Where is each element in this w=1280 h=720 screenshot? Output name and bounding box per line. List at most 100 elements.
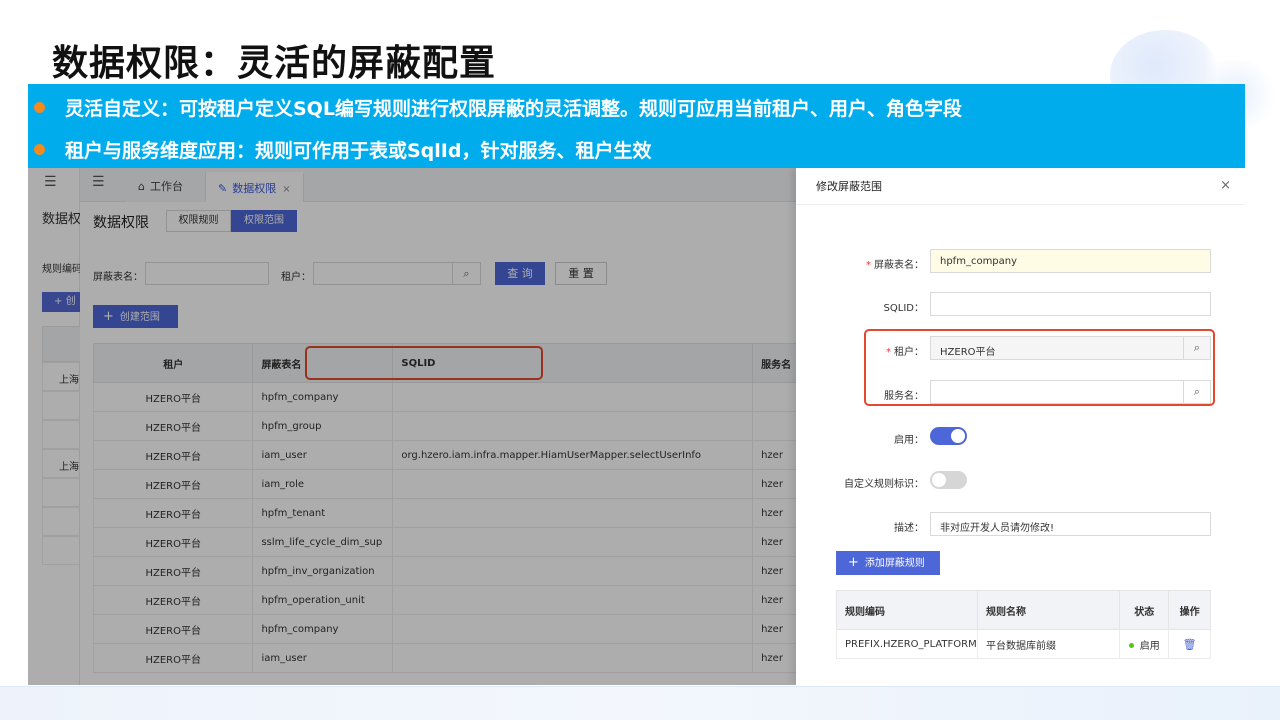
column-header[interactable]: 状态	[1119, 590, 1170, 630]
menu-fold-icon[interactable]: ☰	[44, 174, 57, 190]
plus-icon: +	[54, 296, 66, 307]
left-table-cell: 上海	[42, 362, 82, 391]
table-cell: hzer	[752, 498, 803, 528]
table-name-input[interactable]: hpfm_company	[930, 249, 1211, 273]
banner-bullet-text: 灵活自定义：可按租户定义SQL编写规则进行权限屏蔽的灵活调整。规则可应用当前租户…	[65, 98, 962, 120]
banner-bullet: 租户与服务维度应用：规则可作用于表或SqlId，针对服务、租户生效	[28, 136, 651, 163]
table-row[interactable]: HZERO平台 hpfm_operation_unit hzer	[92, 585, 803, 615]
table-cell	[392, 411, 754, 441]
column-header[interactable]: 服务名	[752, 343, 803, 383]
table-cell: hzer	[752, 440, 803, 470]
table-cell: hpfm_tenant	[252, 498, 394, 528]
left-panel: ☰ 数据权限 规则编码 + 创 上海 上海	[28, 168, 94, 685]
rule-action-cell: 🗑	[1168, 629, 1211, 659]
table-name-label: 屏蔽表名：	[874, 260, 924, 271]
slide-title: 数据权限：灵活的屏蔽配置	[52, 43, 497, 84]
table-row[interactable]: HZERO平台 hpfm_group	[92, 411, 803, 441]
table-row[interactable]: HZERO平台 hpfm_company hzer	[92, 614, 803, 644]
tab-workbench[interactable]: ⌂ 工作台	[126, 172, 206, 202]
table-cell: iam_user	[252, 643, 394, 673]
bullet-dot-icon	[34, 144, 45, 155]
toggle-knob	[951, 429, 965, 443]
create-scope-button[interactable]: + 创建范围	[93, 305, 178, 328]
query-button[interactable]: 查 询	[495, 262, 545, 285]
tab-data-permission[interactable]: ✎ 数据权限 ×	[206, 172, 304, 202]
left-create-button[interactable]: + 创	[42, 292, 82, 312]
table-cell	[392, 382, 754, 412]
table-cell	[392, 469, 754, 499]
custom-rule-label: 自定义规则标识：	[844, 479, 924, 490]
table-cell: HZERO平台	[92, 556, 254, 586]
table-cell	[392, 527, 754, 557]
segment-rules[interactable]: 权限规则	[166, 210, 231, 232]
enabled-toggle[interactable]	[930, 427, 967, 445]
trash-icon[interactable]: 🗑	[1183, 638, 1197, 651]
filter-tenant-label: 租户：	[281, 272, 311, 283]
table-cell: HZERO平台	[92, 643, 254, 673]
enabled-label: 启用：	[894, 435, 924, 446]
close-icon[interactable]: ×	[1220, 178, 1231, 193]
left-table-cell	[42, 391, 82, 420]
reset-button[interactable]: 重 置	[555, 262, 607, 285]
table-header-row: 规则编码 规则名称 状态 操作	[836, 590, 1211, 630]
add-rule-button[interactable]: + 添加屏蔽规则	[836, 551, 940, 575]
edit-icon: ✎	[218, 182, 228, 195]
table-cell: HZERO平台	[92, 614, 254, 644]
table-cell: hzer	[752, 527, 803, 557]
table-row[interactable]: HZERO平台 hpfm_tenant hzer	[92, 498, 803, 528]
status-dot-icon	[1128, 643, 1134, 648]
filter-table-input[interactable]	[145, 262, 269, 285]
plus-icon: +	[103, 309, 114, 324]
column-header[interactable]: 规则编码	[836, 590, 978, 630]
rules-table: 规则编码 规则名称 状态 操作 PREFIX.HZERO_PLATFORM 平台…	[836, 590, 1211, 659]
table-row[interactable]: HZERO平台 sslm_life_cycle_dim_sup hzer	[92, 527, 803, 557]
drawer-title: 修改屏蔽范围	[816, 180, 882, 193]
segment-scope[interactable]: 权限范围	[231, 210, 297, 232]
column-header[interactable]: 规则名称	[976, 590, 1121, 630]
table-cell	[392, 556, 754, 586]
home-icon: ⌂	[138, 180, 145, 193]
table-cell	[392, 614, 754, 644]
table-cell: hpfm_company	[252, 382, 394, 412]
table-cell: iam_role	[252, 469, 394, 499]
column-header[interactable]: 租户	[92, 343, 254, 383]
page-title: 数据权限	[93, 215, 149, 231]
table-row[interactable]: HZERO平台 hpfm_inv_organization hzer	[92, 556, 803, 586]
table-cell	[392, 498, 754, 528]
table-row[interactable]: HZERO平台 hpfm_company	[92, 382, 803, 412]
bullet-dot-icon	[34, 102, 45, 113]
background-app: ☰ 数据权限 规则编码 + 创 上海 上海 ☰ ⌂ 工作台 ✎ 数据权限 × 数…	[28, 168, 803, 685]
tab-bar: ☰ ⌂ 工作台 ✎ 数据权限 ×	[80, 168, 796, 202]
table-cell: HZERO平台	[92, 382, 254, 412]
banner-bullet-text: 租户与服务维度应用：规则可作用于表或SqlId，针对服务、租户生效	[65, 140, 652, 162]
sqlid-label: SQLID：	[883, 303, 924, 314]
filter-tenant-input[interactable]: ⌕	[313, 262, 481, 285]
menu-fold-icon[interactable]: ☰	[92, 174, 105, 190]
table-cell: hzer	[752, 585, 803, 615]
table-cell: HZERO平台	[92, 585, 254, 615]
table-row[interactable]: HZERO平台 iam_user org.hzero.iam.infra.mappe…	[92, 440, 803, 470]
table-row[interactable]: HZERO平台 iam_user hzer	[92, 643, 803, 673]
column-header[interactable]: 操作	[1168, 590, 1211, 630]
tab-label: 数据权限	[232, 182, 277, 195]
search-icon[interactable]: ⌕	[452, 263, 480, 284]
scope-table: 租户 屏蔽表名 SQLID 服务名 HZERO平台 hpfm_company HZE…	[92, 343, 803, 673]
left-create-label: 创	[65, 296, 76, 307]
highlight-box	[864, 329, 1215, 406]
table-cell: HZERO平台	[92, 498, 254, 528]
table-row[interactable]: HZERO平台 iam_role hzer	[92, 469, 803, 499]
sqlid-input[interactable]	[930, 292, 1211, 316]
rule-code-cell: PREFIX.HZERO_PLATFORM	[836, 629, 978, 659]
table-cell: hpfm_inv_organization	[252, 556, 394, 586]
description-input[interactable]: 非对应开发人员请勿修改!	[930, 512, 1211, 536]
rule-status-cell: 启用	[1119, 629, 1170, 659]
close-icon[interactable]: ×	[282, 184, 290, 195]
custom-rule-toggle[interactable]	[930, 471, 967, 489]
edit-scope-drawer: 修改屏蔽范围 × * 屏蔽表名： hpfm_company SQLID： * 租户：…	[796, 168, 1245, 685]
left-table-cell	[42, 507, 82, 536]
table-cell	[752, 411, 803, 441]
rule-name-cell: 平台数据库前缀	[976, 629, 1121, 659]
table-cell: hpfm_group	[252, 411, 394, 441]
left-table-cell	[42, 420, 82, 449]
table-cell	[392, 643, 754, 673]
